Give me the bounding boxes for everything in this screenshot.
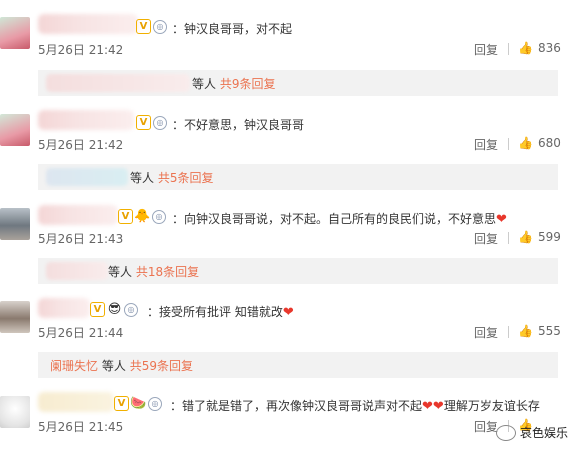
- reply-button[interactable]: 回复: [474, 418, 498, 435]
- like-button[interactable]: 👍 555: [518, 324, 561, 338]
- reply-button[interactable]: 回复: [474, 230, 498, 247]
- reply-count[interactable]: 共59条回复: [130, 359, 193, 373]
- replies-summary[interactable]: 等人 共5条回复: [38, 164, 558, 190]
- rank-badge-icon: ◎: [153, 115, 167, 130]
- rank-badge-icon: ◎: [148, 396, 162, 411]
- reply-count[interactable]: 共9条回复: [220, 77, 276, 91]
- username-blurred[interactable]: [38, 205, 118, 225]
- vip-badge-icon: V: [114, 396, 129, 411]
- user-badges: V 🐥 ◎: [118, 209, 166, 224]
- reply-users-blurred: [46, 74, 190, 92]
- comment-item: V 🐥 ◎ ：向钟汉良哥哥说，对不起。自己所有的良民们说，不好意思❤ 5月26日…: [0, 196, 576, 254]
- reply-count[interactable]: 共18条回复: [136, 265, 199, 279]
- replies-summary[interactable]: 等人 共9条回复: [38, 70, 558, 96]
- thumbs-up-icon: 👍: [518, 324, 533, 338]
- duck-badge-icon: 🐥: [134, 209, 151, 224]
- heart-emoji: ❤: [282, 305, 294, 320]
- comment-time: 5月26日 21:45: [38, 420, 124, 434]
- heart-emoji: ❤: [496, 212, 507, 227]
- watermark-text: 哀色娱乐: [519, 426, 568, 440]
- heart-emoji: ❤❤: [422, 399, 444, 414]
- reply-summary-text: 阑珊失忆 等人 共59条回复: [50, 359, 193, 373]
- like-button[interactable]: 👍 680: [518, 136, 561, 150]
- reply-button[interactable]: 回复: [474, 136, 498, 153]
- comment-item: V 😎 ◎ ：接受所有批评 知错就改❤ 5月26日 21:44 回复 👍 555: [0, 290, 576, 348]
- thumbs-up-icon: 👍: [518, 230, 533, 244]
- user-badges: V ◎: [136, 115, 167, 130]
- sunglasses-badge-icon: 😎: [107, 302, 122, 317]
- like-button[interactable]: 👍 599: [518, 230, 561, 244]
- username-blurred[interactable]: [38, 110, 134, 130]
- avatar[interactable]: [0, 301, 30, 333]
- like-count: 680: [537, 136, 561, 150]
- comment-time: 5月26日 21:43: [38, 232, 124, 246]
- avatar[interactable]: [0, 208, 30, 240]
- user-badges: V 🍉 ◎: [114, 396, 162, 411]
- vip-badge-icon: V: [118, 209, 133, 224]
- avatar[interactable]: [0, 396, 30, 428]
- user-badges: V ◎: [136, 19, 167, 34]
- comment-text: ：错了就是错了，再次像钟汉良哥哥说声对不起❤❤理解万岁友谊长存: [170, 399, 540, 414]
- username-blurred[interactable]: [38, 392, 114, 412]
- comment-item: V ◎ ：不好意思，钟汉良哥哥 5月26日 21:42 回复 👍 680: [0, 102, 576, 160]
- user-badges: V 😎 ◎: [90, 302, 138, 317]
- like-count: 555: [537, 324, 561, 338]
- comment-item: V 🍉 ◎ ：错了就是错了，再次像钟汉良哥哥说声对不起❤❤理解万岁友谊长存 5月…: [0, 384, 576, 449]
- vip-badge-icon: V: [90, 302, 105, 317]
- comment-text: ：向钟汉良哥哥说，对不起。自己所有的良民们说，不好意思❤: [172, 212, 507, 227]
- comment-time: 5月26日 21:42: [38, 43, 124, 57]
- like-count: 599: [537, 230, 561, 244]
- like-count: 836: [537, 41, 561, 55]
- divider: [508, 232, 509, 244]
- watermark: 哀色娱乐: [495, 424, 568, 441]
- rank-badge-icon: ◎: [124, 302, 138, 317]
- divider: [508, 43, 509, 55]
- reply-summary-text: 等人 共18条回复: [108, 265, 200, 279]
- vip-badge-icon: V: [136, 115, 151, 130]
- comment-item: V ◎ ：钟汉良哥哥，对不起 5月26日 21:42 回复 👍 836: [0, 0, 576, 66]
- divider: [508, 326, 509, 338]
- username-blurred[interactable]: [38, 298, 90, 318]
- wechat-logo-icon: [495, 424, 516, 441]
- reply-summary-text: 等人 共9条回复: [192, 77, 276, 91]
- like-button[interactable]: 👍 836: [518, 41, 561, 55]
- reply-username[interactable]: 阑珊失忆: [50, 359, 98, 373]
- avatar[interactable]: [0, 114, 30, 146]
- rank-badge-icon: ◎: [152, 209, 166, 224]
- divider: [508, 138, 509, 150]
- reply-users-blurred: [46, 168, 128, 186]
- avatar[interactable]: [0, 17, 30, 49]
- thumbs-up-icon: 👍: [518, 136, 533, 150]
- reply-button[interactable]: 回复: [474, 324, 498, 341]
- rank-badge-icon: ◎: [153, 19, 167, 34]
- replies-summary[interactable]: 阑珊失忆 等人 共59条回复: [38, 352, 558, 378]
- comment-time: 5月26日 21:44: [38, 326, 124, 340]
- reply-summary-text: 等人 共5条回复: [130, 171, 214, 185]
- reply-count[interactable]: 共5条回复: [158, 171, 214, 185]
- reply-users-blurred: [46, 262, 108, 280]
- username-blurred[interactable]: [38, 14, 138, 34]
- comment-text: ：接受所有批评 知错就改❤: [147, 305, 294, 320]
- vip-badge-icon: V: [136, 19, 151, 34]
- comment-text: ：不好意思，钟汉良哥哥: [172, 118, 305, 132]
- reply-button[interactable]: 回复: [474, 41, 498, 58]
- comment-time: 5月26日 21:42: [38, 138, 124, 152]
- comment-text: ：钟汉良哥哥，对不起: [172, 22, 293, 36]
- thumbs-up-icon: 👍: [518, 41, 533, 55]
- watermelon-badge-icon: 🍉: [130, 396, 147, 411]
- replies-summary[interactable]: 等人 共18条回复: [38, 258, 558, 284]
